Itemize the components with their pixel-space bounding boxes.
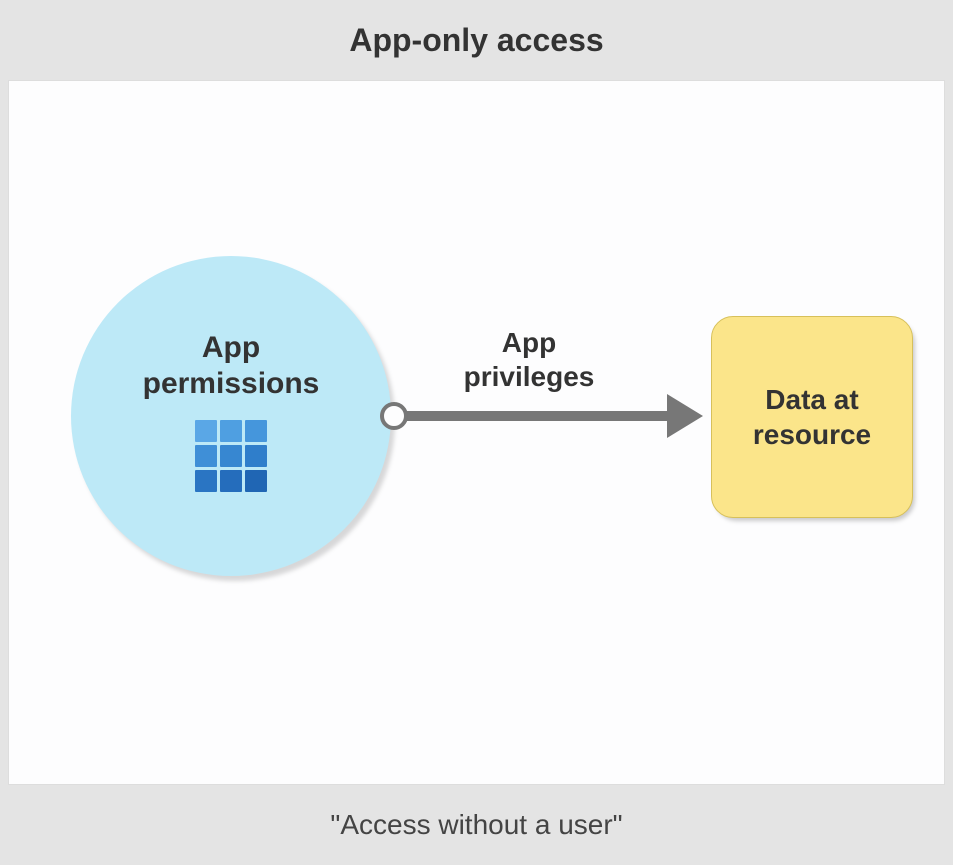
app-permissions-label: App permissions — [143, 330, 320, 402]
diagram-footer: "Access without a user" — [0, 785, 953, 865]
app-permissions-line2: permissions — [143, 367, 320, 400]
arrow-head-icon — [667, 394, 703, 438]
arrow-label: App privileges — [429, 326, 629, 393]
diagram-title-text: App-only access — [349, 22, 603, 58]
arrow-origin-dot — [380, 402, 408, 430]
diagram-title: App-only access — [0, 0, 953, 80]
diagram-canvas: App permissions App privileges Data at r… — [8, 80, 945, 785]
app-permissions-line1: App — [202, 331, 260, 364]
app-permissions-node: App permissions — [71, 256, 391, 576]
resource-line1: Data at — [765, 384, 858, 415]
diagram-frame: App-only access App permissions App priv… — [0, 0, 953, 865]
diagram-footer-text: "Access without a user" — [330, 809, 622, 840]
resource-node: Data at resource — [711, 316, 913, 518]
arrow-label-line1: App — [502, 327, 556, 358]
resource-line2: resource — [753, 419, 871, 450]
app-grid-icon — [195, 420, 267, 492]
arrow-line — [394, 411, 669, 421]
arrow-label-line2: privileges — [464, 361, 595, 392]
resource-label: Data at resource — [753, 382, 871, 452]
